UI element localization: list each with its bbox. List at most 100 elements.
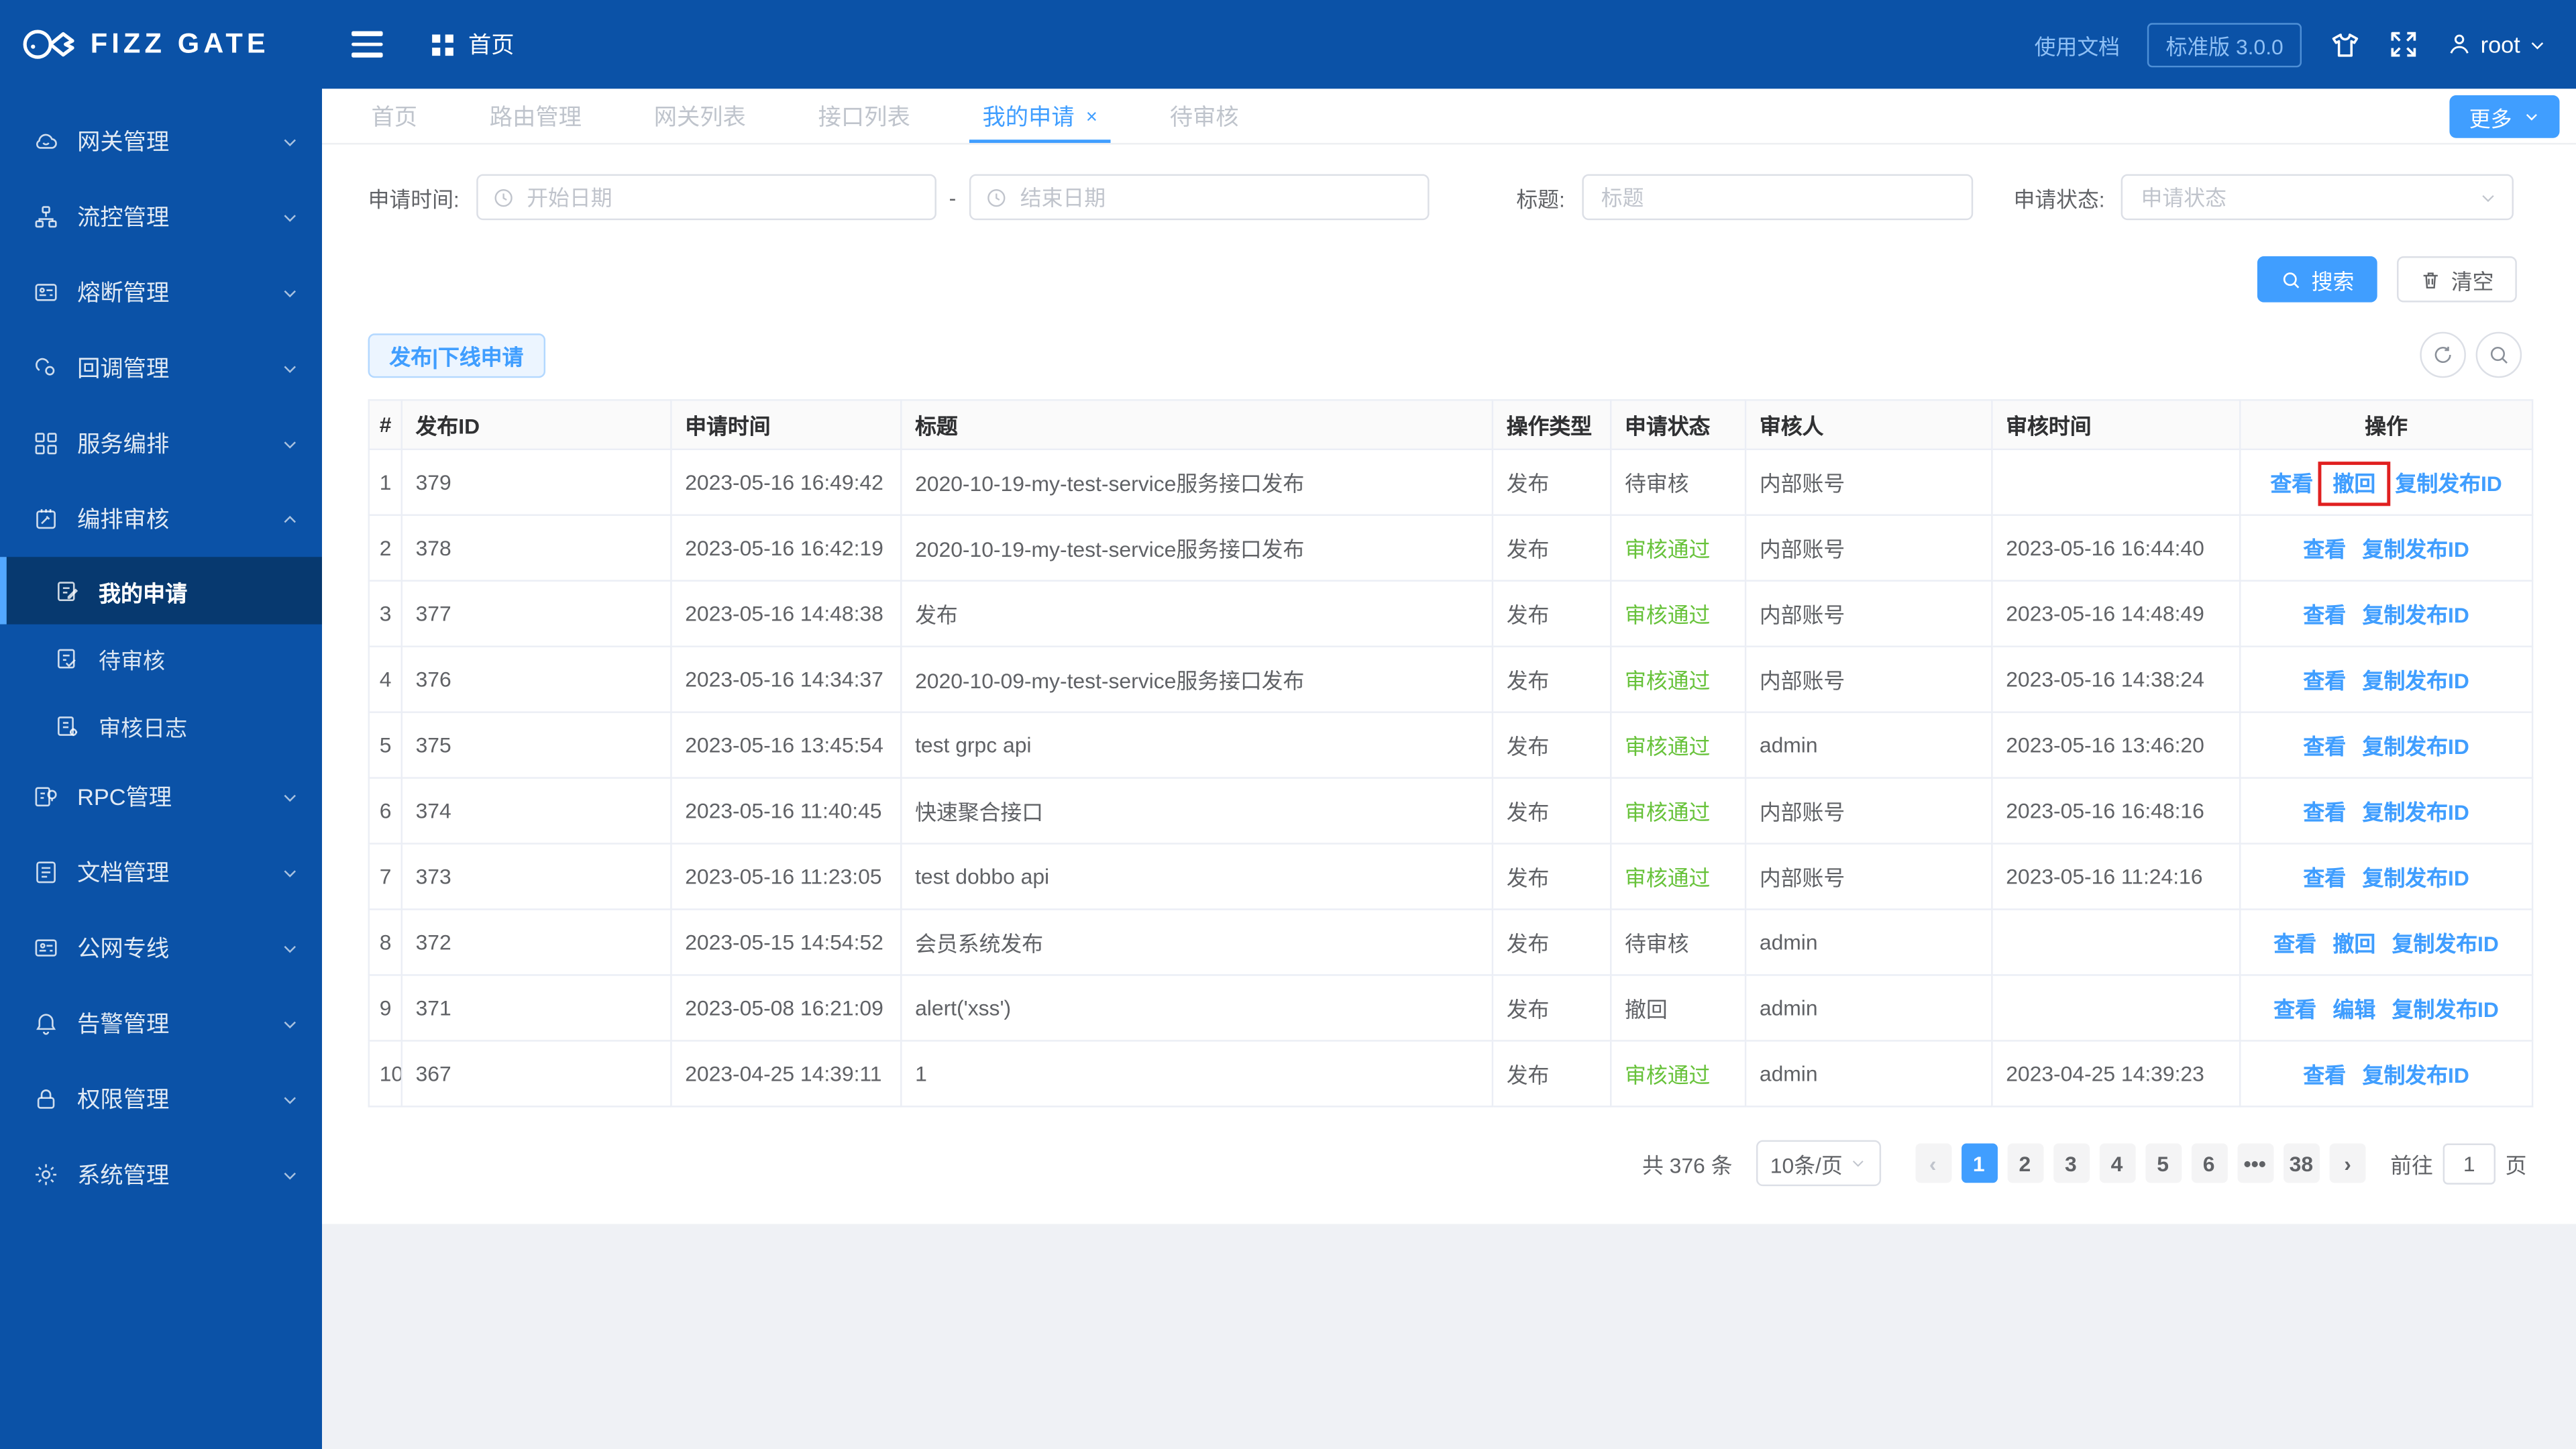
page-button-5[interactable]: 5: [2145, 1143, 2182, 1183]
tab-pending-review[interactable]: 待审核: [1170, 89, 1239, 143]
view-link[interactable]: 查看: [2303, 537, 2346, 562]
sidebar-item-label: 公网专线: [77, 934, 170, 961]
chevron-down-icon: [281, 435, 299, 453]
circuit-card-icon: [33, 279, 59, 305]
view-link[interactable]: 查看: [2303, 603, 2346, 628]
chevron-down-icon: [1849, 1155, 1865, 1171]
sidebar-item-label: 熔断管理: [77, 279, 170, 306]
copy-publish-id-link[interactable]: 复制发布ID: [2363, 800, 2469, 825]
sidebar-item-document[interactable]: 文档管理: [0, 835, 322, 910]
copy-publish-id-link[interactable]: 复制发布ID: [2363, 866, 2469, 891]
chevron-down-icon: [2526, 113, 2537, 121]
clear-button[interactable]: 清空: [2397, 256, 2517, 303]
goto-label: 前往: [2390, 1152, 2433, 1177]
chevron-down-icon: [2479, 188, 2498, 206]
page-button-3[interactable]: 3: [2053, 1143, 2089, 1183]
sidebar-item-public-line[interactable]: 公网专线: [0, 910, 322, 986]
menu-toggle-icon[interactable]: [352, 32, 383, 58]
col-review-time: 审核时间: [1991, 399, 2241, 451]
edit-link[interactable]: 编辑: [2333, 998, 2376, 1022]
end-date-input[interactable]: [969, 174, 1430, 221]
status-badge: 撤回: [1610, 974, 1747, 1042]
sidebar-item-alerts[interactable]: 告警管理: [0, 985, 322, 1061]
table-toolbar: 发布|下线申请: [368, 331, 2522, 378]
copy-publish-id-link[interactable]: 复制发布ID: [2363, 669, 2469, 694]
copy-publish-id-link[interactable]: 复制发布ID: [2396, 472, 2502, 496]
view-link[interactable]: 查看: [2273, 998, 2316, 1022]
document-icon: [33, 859, 59, 885]
line-card-icon: [33, 934, 59, 961]
view-link[interactable]: 查看: [2273, 932, 2316, 957]
sidebar-item-label: 网关管理: [77, 128, 170, 155]
copy-publish-id-link[interactable]: 复制发布ID: [2363, 537, 2469, 562]
sidebar-item-system[interactable]: 系统管理: [0, 1137, 322, 1213]
view-link[interactable]: 查看: [2303, 1063, 2346, 1087]
close-icon[interactable]: ×: [1086, 106, 1097, 125]
sidebar-item-permissions[interactable]: 权限管理: [0, 1061, 322, 1137]
sidebar-item-circuit-breaker[interactable]: 熔断管理: [0, 255, 322, 331]
title-input[interactable]: [1581, 174, 1973, 221]
prev-page-button[interactable]: ‹: [1915, 1143, 1951, 1183]
view-link[interactable]: 查看: [2303, 866, 2346, 891]
gear-icon: [33, 1161, 59, 1187]
page-size-select[interactable]: 10条/页: [1755, 1140, 1880, 1187]
copy-publish-id-link[interactable]: 复制发布ID: [2363, 735, 2469, 759]
page-button-2[interactable]: 2: [2006, 1143, 2043, 1183]
chevron-down-icon: [281, 283, 299, 301]
main-panel: 申请时间: - 标题: 申请状态: 搜索: [322, 144, 2576, 1224]
col-title: 标题: [900, 399, 1494, 451]
publish-offline-apply-button[interactable]: 发布|下线申请: [368, 332, 545, 378]
sidebar-item-audit-log[interactable]: 审核日志: [0, 692, 322, 759]
view-link[interactable]: 查看: [2303, 800, 2346, 825]
theme-tshirt-icon[interactable]: [2329, 29, 2361, 60]
header-actions: 使用文档 标准版 3.0.0 root: [2035, 22, 2546, 67]
page-button-1[interactable]: 1: [1960, 1143, 1997, 1183]
sidebar-item-orchestration-audit[interactable]: 编排审核: [0, 482, 322, 557]
copy-publish-id-link[interactable]: 复制发布ID: [2392, 998, 2499, 1022]
refresh-icon[interactable]: [2420, 331, 2466, 378]
table-row: 5 375 2023-05-16 13:45:54 test grpc api …: [368, 711, 2534, 779]
goto-page-input[interactable]: [2443, 1142, 2496, 1184]
chevron-down-icon: [281, 132, 299, 150]
tab-route-management[interactable]: 路由管理: [490, 89, 582, 143]
tab-interface-list[interactable]: 接口列表: [818, 89, 910, 143]
sidebar-item-my-applications[interactable]: 我的申请: [0, 557, 323, 625]
view-link[interactable]: 查看: [2303, 669, 2346, 694]
page-button-38[interactable]: 38: [2282, 1143, 2320, 1183]
copy-publish-id-link[interactable]: 复制发布ID: [2392, 932, 2499, 957]
col-op-type: 操作类型: [1491, 399, 1612, 451]
view-link[interactable]: 查看: [2270, 472, 2313, 496]
page-button-4[interactable]: 4: [2098, 1143, 2135, 1183]
zoom-search-icon[interactable]: [2475, 331, 2522, 378]
sidebar-item-label: 文档管理: [77, 859, 170, 886]
view-link[interactable]: 查看: [2303, 735, 2346, 759]
status-select[interactable]: [2121, 174, 2514, 221]
copy-publish-id-link[interactable]: 复制发布ID: [2363, 603, 2469, 628]
tab-home[interactable]: 首页: [371, 89, 417, 143]
page-button-6[interactable]: 6: [2190, 1143, 2227, 1183]
chevron-down-icon: [281, 863, 299, 881]
sidebar-item-pending-review[interactable]: 待审核: [0, 625, 322, 692]
sidebar-item-flow-control[interactable]: 流控管理: [0, 179, 322, 255]
fullscreen-icon[interactable]: [2389, 30, 2418, 59]
search-button[interactable]: 搜索: [2257, 256, 2377, 303]
breadcrumb-home[interactable]: 首页: [432, 28, 515, 61]
sidebar-item-callback[interactable]: 回调管理: [0, 330, 322, 406]
more-button[interactable]: 更多: [2449, 95, 2560, 138]
sidebar-item-gateway[interactable]: 网关管理: [0, 103, 322, 179]
search-icon: [2283, 272, 2300, 288]
sidebar-item-orchestration[interactable]: 服务编排: [0, 406, 322, 482]
user-menu[interactable]: root: [2446, 32, 2546, 58]
withdraw-link[interactable]: 撤回: [2333, 932, 2376, 957]
trash-icon: [2423, 272, 2438, 288]
docs-link[interactable]: 使用文档: [2035, 29, 2120, 60]
table-row: 10 367 2023-04-25 14:39:11 1 发布 审核通过 adm…: [368, 1040, 2534, 1108]
sidebar-item-rpc[interactable]: RPC管理: [0, 759, 322, 835]
tab-gateway-list[interactable]: 网关列表: [654, 89, 746, 143]
tab-my-applications[interactable]: 我的申请 ×: [969, 89, 1111, 144]
copy-publish-id-link[interactable]: 复制发布ID: [2363, 1063, 2469, 1087]
start-date-input[interactable]: [476, 174, 936, 221]
more-pages-ellipsis[interactable]: •••: [2237, 1143, 2273, 1183]
withdraw-link[interactable]: 撤回: [2333, 472, 2376, 496]
next-page-button[interactable]: ›: [2329, 1143, 2366, 1183]
